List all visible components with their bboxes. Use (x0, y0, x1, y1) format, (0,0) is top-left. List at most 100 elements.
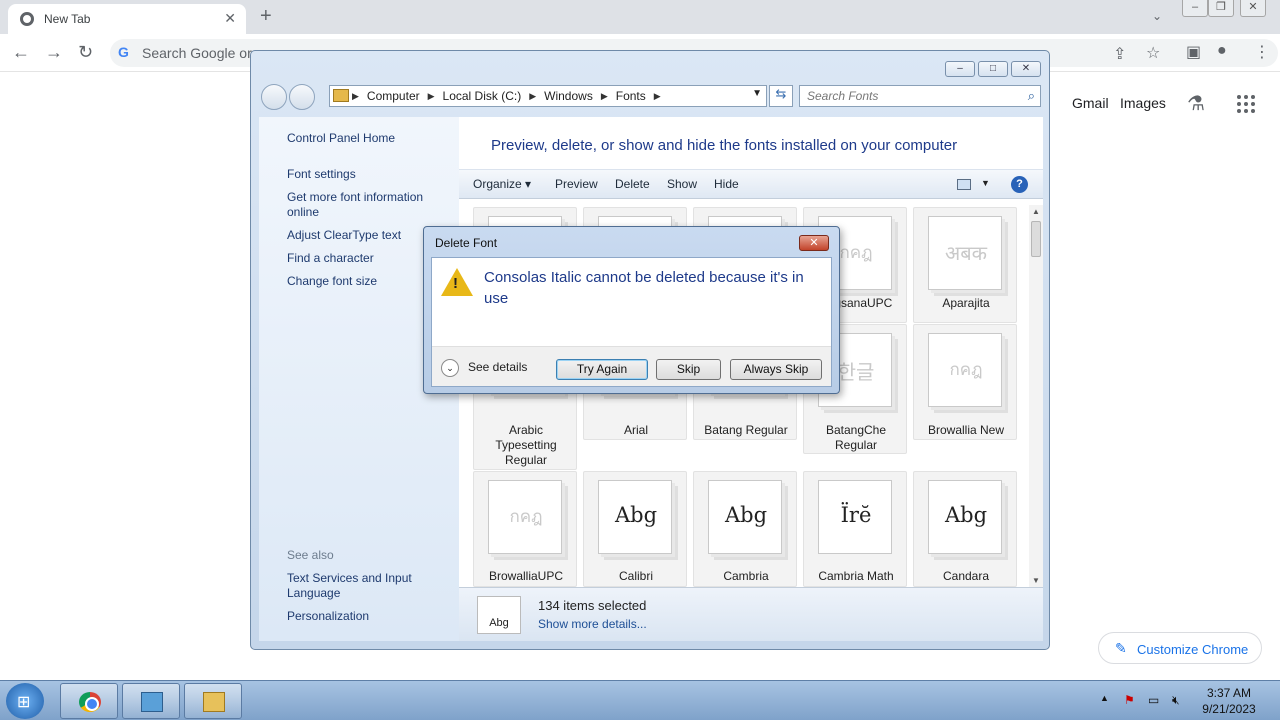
tab-close-icon[interactable]: ✕ (224, 10, 236, 27)
reload-icon[interactable]: ↻ (78, 42, 93, 63)
tray-expand-icon[interactable]: ▲ (1100, 693, 1109, 703)
font-tile-browalliaupc[interactable]: กคฎ BrowalliaUPC (473, 471, 577, 587)
customize-chrome-button[interactable]: ✎ Customize Chrome (1098, 632, 1262, 664)
tray-network-icon[interactable]: ▭ (1148, 693, 1159, 707)
control-panel-home-link[interactable]: Control Panel Home (287, 131, 447, 146)
forward-arrow-icon[interactable]: → (45, 42, 63, 63)
try-again-button[interactable]: Try Again (556, 359, 648, 380)
dialog-close-icon[interactable]: ✕ (799, 235, 829, 251)
explorer-back-icon[interactable] (261, 84, 287, 110)
customize-chrome-label: Customize Chrome (1137, 642, 1249, 657)
see-details-link[interactable]: See details (468, 360, 527, 374)
explorer-close-icon[interactable]: ✕ (1011, 61, 1041, 77)
explorer-minimize-icon[interactable]: – (945, 61, 975, 77)
change-view-icon[interactable] (957, 179, 971, 190)
font-name: Batang Regular (704, 423, 788, 437)
scroll-down-icon[interactable]: ▼ (1032, 576, 1040, 585)
chrome-menu-icon[interactable]: ⋮ (1254, 42, 1270, 62)
selection-count: 134 items selected (538, 598, 647, 613)
font-name: Candara (942, 569, 990, 583)
taskbar-chrome[interactable] (60, 683, 118, 719)
font-name: BrowalliaUPC (488, 569, 564, 583)
taskbar-control-panel[interactable] (122, 683, 180, 719)
images-link[interactable]: Images (1120, 95, 1166, 111)
explorer-maximize-icon[interactable]: □ (978, 61, 1008, 77)
scroll-up-icon[interactable]: ▲ (1032, 207, 1040, 216)
address-bar[interactable]: ▶ Computer ▶ Local Disk (C:) ▶ Windows ▶… (329, 85, 767, 107)
font-name: Browallia New (927, 423, 1005, 437)
hide-button[interactable]: Hide (714, 177, 739, 191)
chevron-down-icon[interactable]: ⌄ (441, 359, 459, 377)
search-placeholder: Search Fonts (807, 89, 879, 103)
tray-action-center-icon[interactable]: ⚑ (1124, 693, 1135, 707)
search-input[interactable]: Search Fonts ⌕ (799, 85, 1041, 107)
clock-time: 3:37 AM (1206, 686, 1252, 700)
more-font-info-link[interactable]: Get more font information online (287, 190, 437, 220)
new-tab-icon[interactable]: + (260, 5, 272, 28)
gmail-link[interactable]: Gmail (1072, 95, 1109, 111)
help-icon[interactable]: ? (1011, 176, 1028, 193)
font-tile-aparajita[interactable]: अबक Aparajita (913, 207, 1017, 323)
font-tile-calibri[interactable]: Abg Calibri (583, 471, 687, 587)
show-button[interactable]: Show (667, 177, 697, 191)
share-icon[interactable]: ⇪ (1113, 44, 1126, 64)
font-settings-link[interactable]: Font settings (287, 167, 447, 182)
windows-logo-icon: ⊞ (17, 694, 31, 711)
back-arrow-icon[interactable]: ← (12, 42, 30, 63)
font-name: Calibri (618, 569, 653, 583)
clock-date: 9/21/2023 (1202, 702, 1256, 716)
view-dropdown-icon[interactable]: ▼ (981, 178, 990, 188)
delete-button[interactable]: Delete (615, 177, 650, 191)
font-tile-cambria-math[interactable]: Ïrĕ Cambria Math (803, 471, 907, 587)
explorer-caption-buttons: – □ ✕ (945, 61, 1041, 77)
font-name: Arial (623, 423, 648, 437)
see-also-heading: See also (287, 548, 334, 562)
chrome-close-icon[interactable]: ✕ (1240, 0, 1266, 17)
pencil-icon: ✎ (1115, 640, 1127, 656)
start-button[interactable]: ⊞ (6, 683, 44, 719)
show-more-details-link[interactable]: Show more details... (538, 617, 647, 631)
omnibox-placeholder: Search Google or (142, 45, 252, 61)
taskbar-clock[interactable]: 3:37 AM 9/21/2023 (1196, 685, 1262, 717)
dialog-body: ! Consolas Italic cannot be deleted beca… (431, 257, 832, 387)
preview-button[interactable]: Preview (555, 177, 598, 191)
font-tile-candara[interactable]: Abg Candara (913, 471, 1017, 587)
side-panel-icon[interactable]: ▣ (1186, 42, 1201, 62)
explorer-forward-icon[interactable] (289, 84, 315, 110)
google-apps-icon[interactable] (1237, 95, 1255, 113)
bookmark-star-icon[interactable]: ☆ (1146, 43, 1160, 63)
refresh-icon[interactable]: ⇆ (769, 85, 793, 107)
always-skip-button[interactable]: Always Skip (730, 359, 822, 380)
labs-flask-icon[interactable]: ⚗ (1187, 91, 1205, 116)
chrome-icon (79, 692, 101, 712)
breadcrumb-fonts[interactable]: Fonts (616, 89, 646, 103)
breadcrumb-computer[interactable]: Computer (367, 89, 420, 103)
organize-button[interactable]: Organize ▾ (473, 177, 531, 191)
chrome-minimize-icon[interactable]: – (1182, 0, 1208, 17)
tab-search-chevron-icon[interactable]: ⌄ (1152, 9, 1162, 23)
details-pane: Abg 134 items selected Show more details… (459, 587, 1043, 641)
vertical-scrollbar[interactable]: ▲ ▼ (1029, 205, 1043, 587)
scrollbar-thumb[interactable] (1031, 221, 1041, 257)
font-tile-cambria[interactable]: Abg Cambria (693, 471, 797, 587)
personalization-link[interactable]: Personalization (287, 609, 447, 624)
font-preview-glyph: Abg (944, 503, 988, 527)
font-name: BatangChe Regular (825, 423, 887, 452)
search-icon[interactable]: ⌕ (1028, 88, 1035, 104)
tab-title: New Tab (44, 12, 91, 26)
skip-button[interactable]: Skip (656, 359, 721, 380)
text-services-link[interactable]: Text Services and Input Language (287, 571, 427, 601)
font-preview-glyph: Abg (614, 503, 658, 527)
dialog-title: Delete Font (435, 236, 498, 250)
address-dropdown-icon[interactable]: ▼ (752, 88, 762, 99)
font-preview-glyph: अबक (944, 241, 988, 265)
font-name: Cambria Math (818, 569, 894, 583)
breadcrumb-local-disk[interactable]: Local Disk (C:) (443, 89, 522, 103)
tab-new-tab[interactable]: New Tab ✕ (8, 4, 246, 34)
font-tile-browallia-new[interactable]: กคฎ Browallia New (913, 324, 1017, 440)
breadcrumb-windows[interactable]: Windows (544, 89, 593, 103)
profile-avatar-icon[interactable]: ● (1217, 42, 1227, 60)
tray-volume-icon[interactable]: 🔇︎ (1172, 693, 1180, 708)
taskbar-explorer[interactable] (184, 683, 242, 719)
chrome-restore-icon[interactable]: ❐ (1208, 0, 1234, 17)
